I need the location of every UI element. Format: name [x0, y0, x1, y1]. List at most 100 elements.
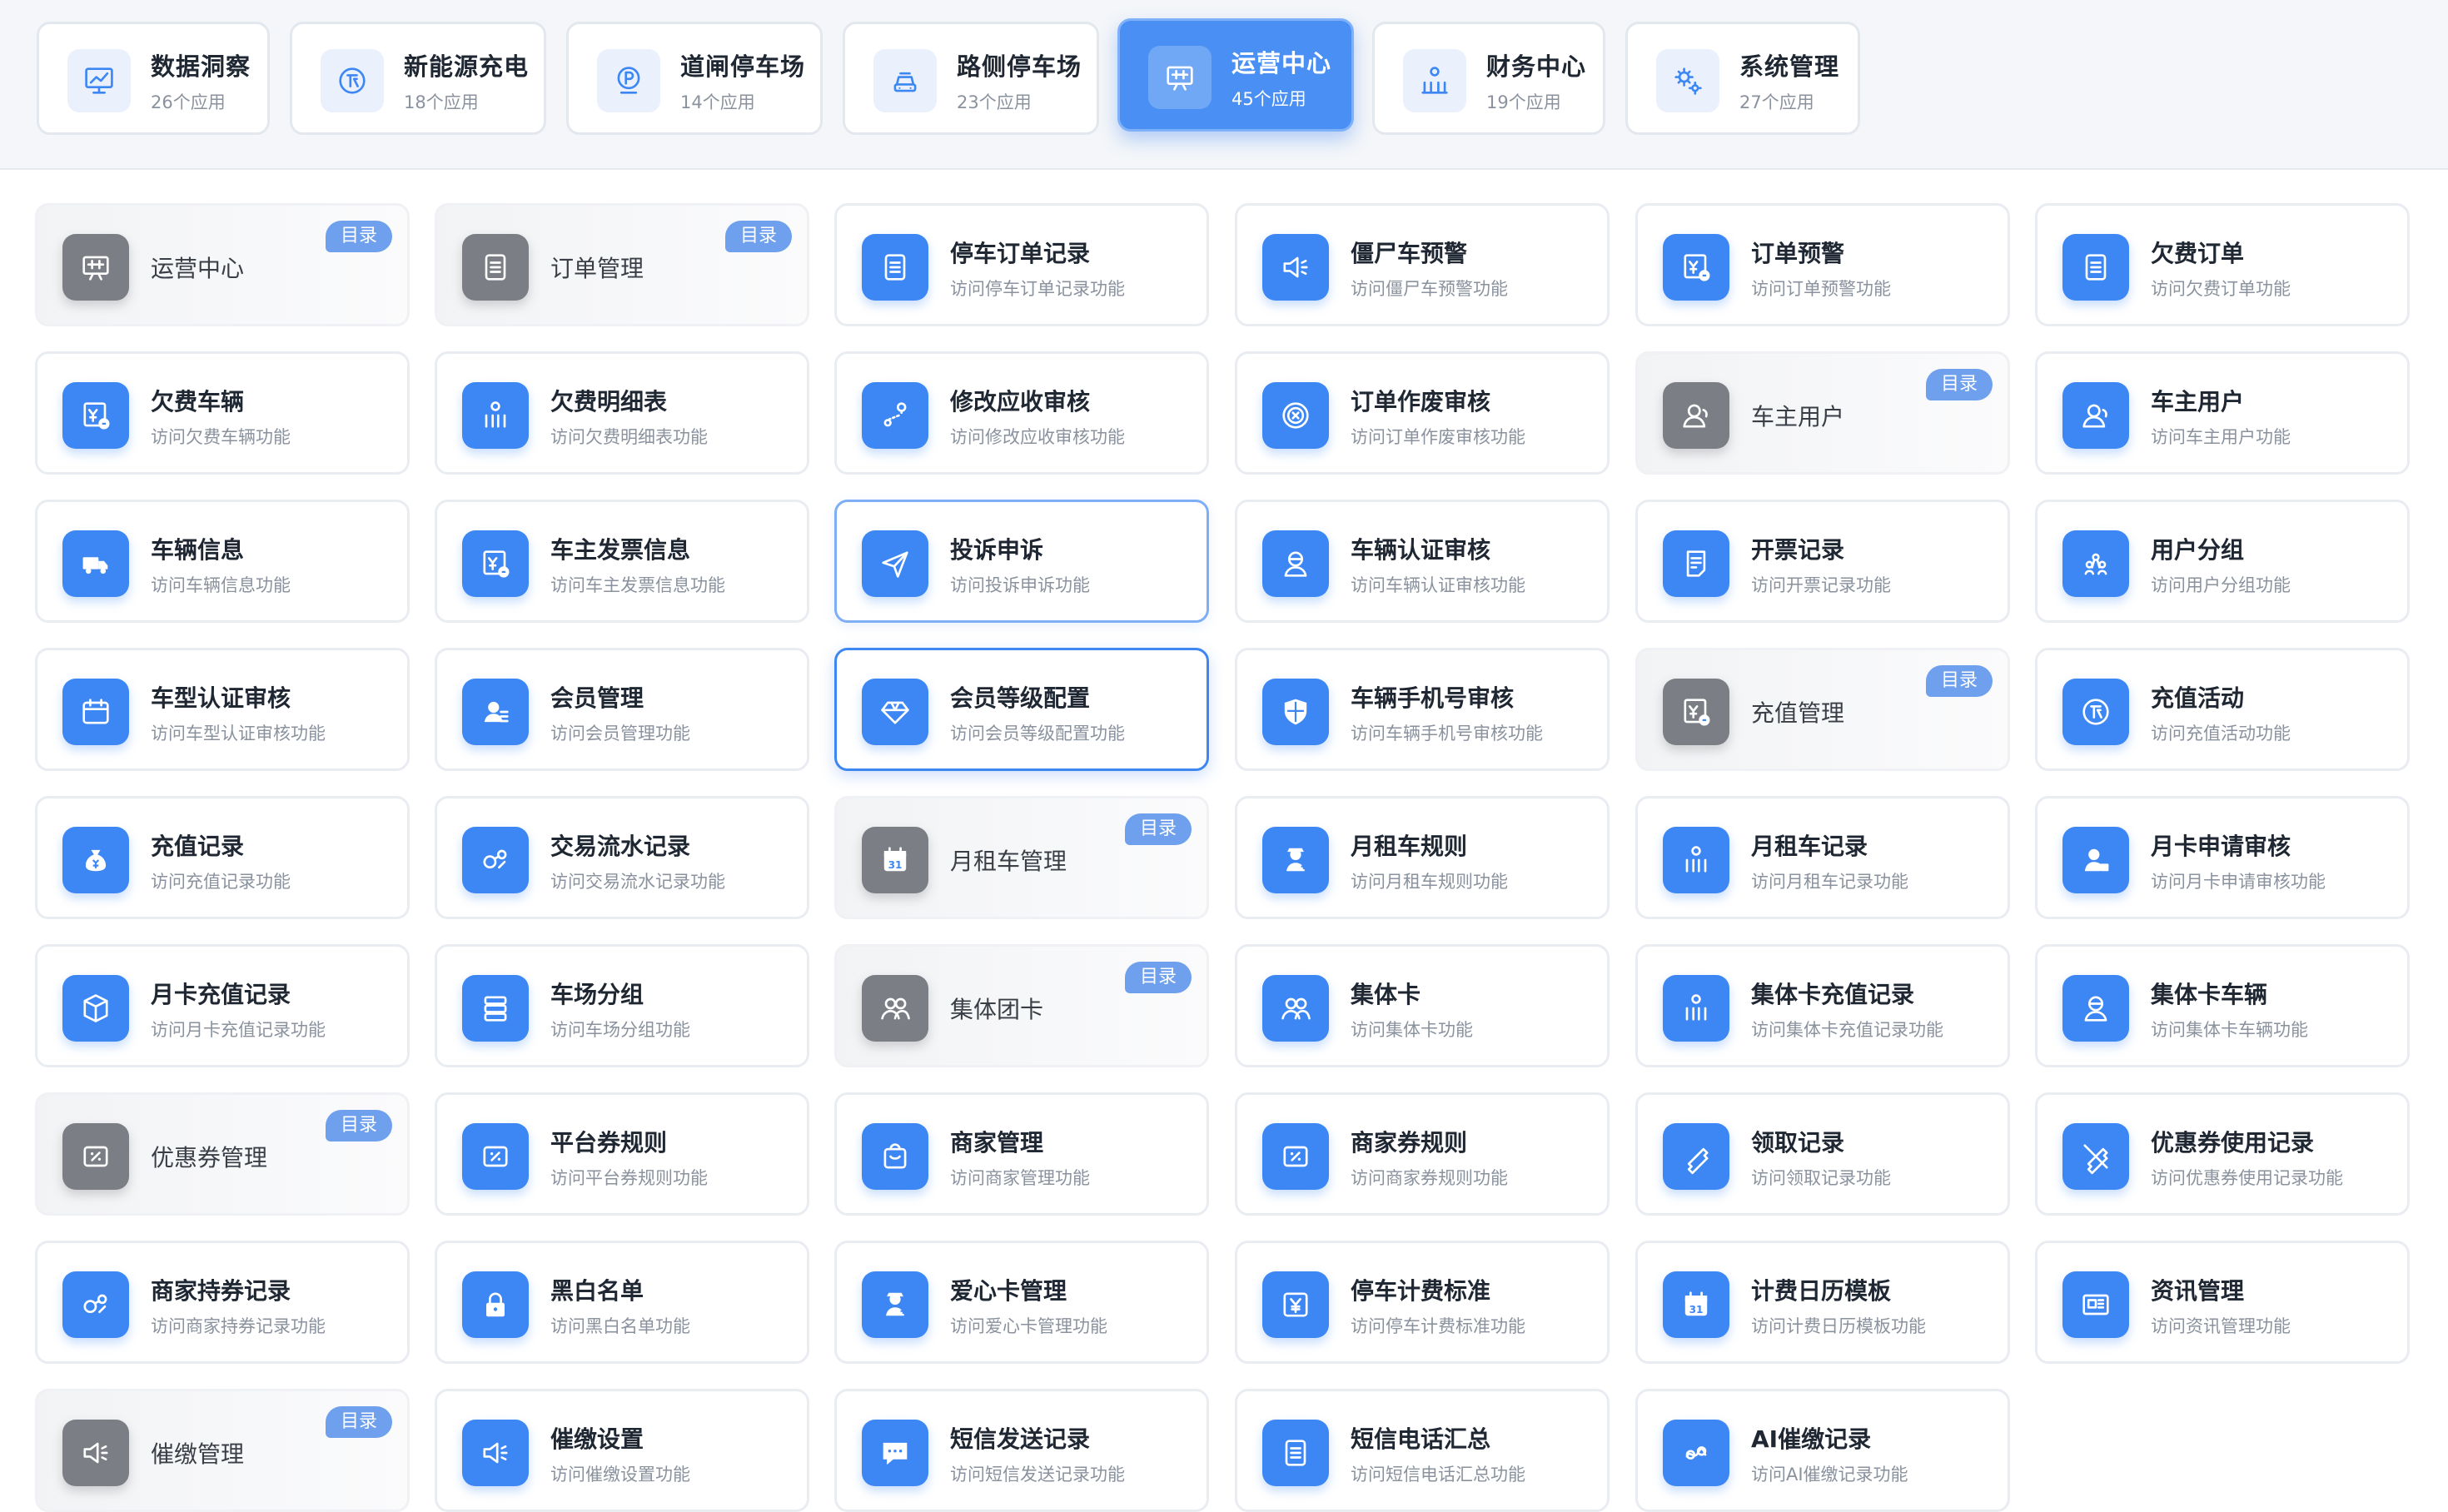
app-card[interactable]: 黑白名单 访问黑白名单功能: [435, 1241, 809, 1364]
app-title: 月租车规则: [1351, 833, 1468, 860]
app-card[interactable]: 充值记录 访问充值记录功能: [35, 796, 410, 919]
app-card[interactable]: AI催缴记录访问AI催缴记录功能: [1635, 1389, 2010, 1512]
app-card[interactable]: 商家券规则 访问商家券规则功能: [1235, 1092, 1610, 1216]
app-title: 短信电话汇总: [1351, 1425, 1491, 1453]
app-description: 访问月卡申请审核功能: [2151, 872, 2326, 892]
app-card[interactable]: 修改应收审核 访问修改应收审核功能: [834, 351, 1209, 475]
app-card[interactable]: 催缴设置 访问催缴设置功能: [435, 1389, 809, 1512]
app-card[interactable]: 开票记录 访问开票记录功能: [1635, 500, 2010, 623]
note-icon: [1663, 530, 1729, 597]
calendar-icon: [62, 679, 129, 745]
svg-text:31: 31: [1689, 1304, 1704, 1316]
calendar31-icon: 31: [862, 827, 928, 893]
app-description: 访问资讯管理功能: [2151, 1316, 2291, 1336]
send-icon: [862, 530, 928, 597]
app-card[interactable]: 交易流水记录访问交易流水记录功能: [435, 796, 809, 919]
user-icon: [1663, 382, 1729, 449]
app-card[interactable]: 会员管理 访问会员管理功能: [435, 648, 809, 771]
app-card[interactable]: 僵尸车预警 访问僵尸车预警功能: [1235, 203, 1610, 326]
app-card[interactable]: 月卡充值记录 访问月卡充值记录功能: [35, 944, 410, 1067]
app-card[interactable]: 欠费车辆 访问欠费车辆功能: [35, 351, 410, 475]
userlock-icon: [2062, 827, 2129, 893]
app-card[interactable]: 短信电话汇总访问短信电话汇总功能: [1235, 1389, 1610, 1512]
app-card[interactable]: 集体卡车辆 访问集体卡车辆功能: [2035, 944, 2410, 1067]
app-title: 订单管理: [550, 255, 644, 282]
app-card[interactable]: 充值活动 访问充值活动功能: [2035, 648, 2410, 771]
exchange-icon: [462, 827, 529, 893]
directory-badge: 目录: [1925, 665, 1993, 697]
app-description: 访问车型认证审核功能: [151, 724, 326, 744]
app-card[interactable]: 停车订单记录 访问停车订单记录功能: [834, 203, 1209, 326]
app-card[interactable]: 欠费订单 访问欠费订单功能: [2035, 203, 2410, 326]
app-description: 访问AI催缴记录功能: [1751, 1465, 1908, 1485]
app-title: AI催缴记录: [1751, 1425, 1872, 1453]
directory-card[interactable]: 订单管理 目录: [435, 203, 809, 326]
app-card[interactable]: 领取记录 访问领取记录功能: [1635, 1092, 2010, 1216]
svg-text:31: 31: [888, 859, 903, 871]
app-description: 访问交易流水记录功能: [550, 872, 725, 892]
app-card[interactable]: 资讯管理访问资讯管理功能: [2035, 1241, 2410, 1364]
app-card[interactable]: 车辆手机号审核 访问车辆手机号审核功能: [1235, 648, 1610, 771]
app-description: 访问车主用户功能: [2151, 427, 2291, 447]
app-card[interactable]: 订单预警 访问订单预警功能: [1635, 203, 2010, 326]
app-title: 平台券规则: [550, 1129, 668, 1156]
app-card[interactable]: 31 计费日历模板 访问计费日历模板功能: [1635, 1241, 2010, 1364]
directory-card[interactable]: 催缴管理 目录: [35, 1389, 410, 1512]
app-card[interactable]: 欠费明细表 访问欠费明细表功能: [435, 351, 809, 475]
app-card[interactable]: 车场分组 访问车场分组功能: [435, 944, 809, 1067]
calendar31-icon: 31: [1663, 1271, 1729, 1338]
app-card[interactable]: 车辆信息 访问车辆信息功能: [35, 500, 410, 623]
app-title: 订单预警: [1751, 240, 1845, 267]
app-card[interactable]: 集体卡充值记录 访问集体卡充值记录功能: [1635, 944, 2010, 1067]
app-card[interactable]: 集体卡 访问集体卡功能: [1235, 944, 1610, 1067]
app-card[interactable]: 用户分组 访问用户分组功能: [2035, 500, 2410, 623]
app-card[interactable]: 车型认证审核 访问车型认证审核功能: [35, 648, 410, 771]
app-card[interactable]: 会员等级配置访问会员等级配置功能: [834, 648, 1209, 771]
doc-icon: [862, 234, 928, 301]
exchange-icon: [62, 1271, 129, 1338]
app-card[interactable]: 短信发送记录 访问短信发送记录功能: [834, 1389, 1209, 1512]
directory-card[interactable]: 集体团卡 目录: [834, 944, 1209, 1067]
directory-card[interactable]: 优惠券管理 目录: [35, 1092, 410, 1216]
app-description: 访问月租车记录功能: [1751, 872, 1908, 892]
directory-card[interactable]: 车主用户 目录: [1635, 351, 2010, 475]
app-description: 访问投诉申诉功能: [950, 575, 1090, 595]
lock-icon: [462, 1271, 529, 1338]
app-card[interactable]: 投诉申诉 访问投诉申诉功能: [834, 500, 1209, 623]
app-card[interactable]: 爱心卡管理 访问爱心卡管理功能: [834, 1241, 1209, 1364]
app-title: 交易流水记录: [550, 833, 691, 860]
ticket-icon: [1663, 1123, 1729, 1190]
app-card[interactable]: 订单作废审核 访问订单作废审核功能: [1235, 351, 1610, 475]
app-card[interactable]: 月租车规则 访问月租车规则功能: [1235, 796, 1610, 919]
app-description: 访问会员等级配置功能: [950, 724, 1125, 744]
app-description: 访问修改应收审核功能: [950, 427, 1125, 447]
app-description: 访问车主发票信息功能: [550, 575, 725, 595]
app-card[interactable]: 优惠券使用记录 访问优惠券使用记录功能: [2035, 1092, 2410, 1216]
directory-card[interactable]: 充值管理 目录: [1635, 648, 2010, 771]
directory-card[interactable]: 运营中心 目录: [35, 203, 410, 326]
app-title: 车辆手机号审核: [1351, 684, 1515, 712]
app-description: 访问商家管理功能: [950, 1168, 1090, 1188]
app-title: 集体团卡: [950, 996, 1044, 1023]
doc-icon: [462, 234, 529, 301]
app-card[interactable]: 商家管理 访问商家管理功能: [834, 1092, 1209, 1216]
app-title: 会员等级配置: [950, 684, 1091, 712]
directory-card[interactable]: 31 月租车管理 目录: [834, 796, 1209, 919]
app-description: 访问车辆认证审核功能: [1351, 575, 1525, 595]
app-card[interactable]: 平台券规则 访问平台券规则功能: [435, 1092, 809, 1216]
app-description: 访问短信电话汇总功能: [1351, 1465, 1525, 1485]
app-title: 短信发送记录: [950, 1425, 1091, 1453]
app-card[interactable]: 商家持券记录 访问商家持券记录功能: [35, 1241, 410, 1364]
app-card[interactable]: 车辆认证审核 访问车辆认证审核功能: [1235, 500, 1610, 623]
app-card[interactable]: 停车计费标准 访问停车计费标准功能: [1235, 1241, 1610, 1364]
app-card[interactable]: 月卡申请审核 访问月卡申请审核功能: [2035, 796, 2410, 919]
app-title: 车主发票信息: [550, 536, 691, 564]
invoice-icon: [1663, 679, 1729, 745]
box-icon: [62, 975, 129, 1042]
app-title: 欠费车辆: [151, 388, 245, 415]
app-title: 资讯管理: [2151, 1277, 2245, 1305]
app-card[interactable]: 车主用户 访问车主用户功能: [2035, 351, 2410, 475]
coupon-icon: [62, 1123, 129, 1190]
app-card[interactable]: 月租车记录 访问月租车记录功能: [1635, 796, 2010, 919]
app-card[interactable]: 车主发票信息访问车主发票信息功能: [435, 500, 809, 623]
